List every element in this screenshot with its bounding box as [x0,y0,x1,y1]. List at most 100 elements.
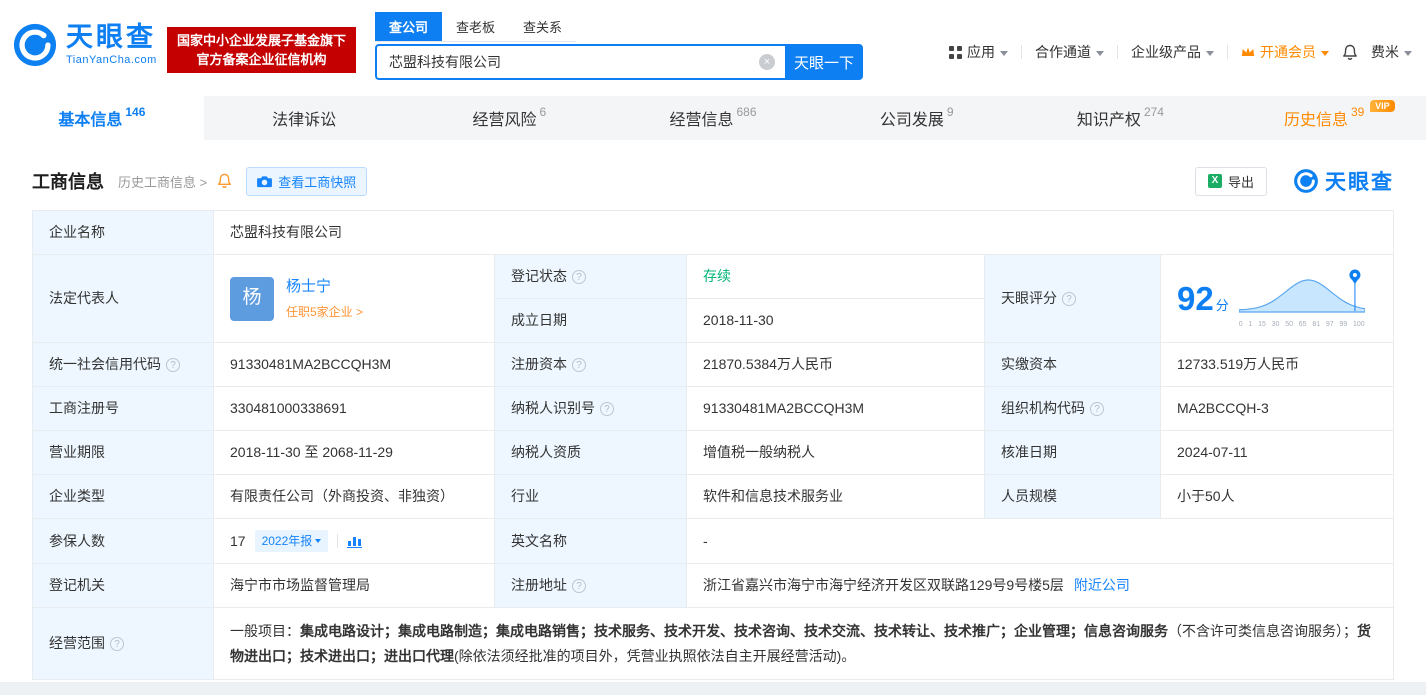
field-label-approval-date: 核准日期 [984,430,1161,475]
notifications-bell[interactable] [1342,44,1358,61]
legal-rep-name-link[interactable]: 杨士宁 [286,276,363,299]
logo-en: TianYanCha.com [66,54,157,66]
business-info-table: 企业名称 芯盟科技有限公司 法定代表人 杨 杨士宁 任职5家企业 > 登记状态?… [32,210,1394,680]
help-icon[interactable] [600,402,614,416]
field-label-taxpayer-quality: 纳税人资质 [494,430,687,475]
insured-trend-chart-button[interactable] [347,534,363,548]
tab-operation-info[interactable]: 经营信息 686 [611,96,815,140]
search-input-wrap [375,44,785,80]
table-row: 法定代表人 杨 杨士宁 任职5家企业 > 登记状态 存续 天眼评分 [32,254,1394,343]
tab-legal-litigation[interactable]: 法律诉讼 [204,96,408,140]
field-value-org-code: MA2BCCQH-3 [1160,386,1394,431]
nav-item-apps[interactable]: 应用 [949,42,1008,62]
tab-history-info[interactable]: 历史信息 39 VIP [1222,96,1426,140]
clear-search-icon[interactable] [759,54,775,70]
insured-number: 17 [230,532,246,549]
tab-count: 146 [125,105,146,119]
legal-rep-positions-link[interactable]: 任职5家企业 > [286,303,363,321]
nav-divider [1227,45,1228,59]
nearby-companies-link[interactable]: 附近公司 [1074,577,1130,593]
user-name: 费米 [1371,44,1399,60]
field-label-business-scope: 经营范围 [32,607,214,680]
export-button[interactable]: 导出 [1194,166,1267,196]
vip-crown-icon [1241,47,1255,56]
search-tab-relation[interactable]: 查关系 [509,12,576,41]
search-input[interactable] [377,54,785,70]
help-icon[interactable] [1062,292,1076,306]
field-label-business-term: 营业期限 [32,430,214,475]
field-value-business-scope: 一般项目：集成电路设计；集成电路制造；集成电路销售；技术服务、技术开发、技术咨询… [213,607,1394,680]
search-tab-boss[interactable]: 查老板 [442,12,509,41]
field-value-english-name: - [686,518,1394,564]
field-value-registration-status: 存续 [686,254,985,299]
tab-label: 历史信息 [1283,112,1348,129]
legal-rep-avatar[interactable]: 杨 [230,276,274,321]
certification-badge-line1: 国家中小企业发展子基金旗下 [177,33,347,48]
tab-label: 基本信息 [58,112,123,129]
field-label-registered-capital: 注册资本 [494,342,687,387]
tab-label: 法律诉讼 [272,112,337,129]
nav-item-open-vip[interactable]: 开通会员 [1241,42,1329,62]
monitor-bell-button[interactable] [217,173,232,189]
site-header: 天眼查 TianYanCha.com 国家中小企业发展子基金旗下 官方备案企业征… [0,0,1426,96]
field-value-industry: 软件和信息技术服务业 [686,474,985,519]
table-row: 企业类型 有限责任公司（外商投资、非独资） 行业 软件和信息技术服务业 人员规模… [32,474,1394,519]
history-business-info-link[interactable]: 历史工商信息 > [118,172,207,191]
search-row: 天眼一下 [375,44,863,80]
vip-badge: VIP [1370,100,1395,112]
nav-item-enterprise-products[interactable]: 企业级产品 [1131,42,1214,62]
tab-company-development[interactable]: 公司发展 9 [815,96,1019,140]
table-row: 登记机关 海宁市市场监督管理局 注册地址 浙江省嘉兴市海宁市海宁经济开发区双联路… [32,563,1394,608]
field-label-tianyan-score: 天眼评分 [984,254,1161,343]
help-icon[interactable] [572,358,586,372]
tab-label: 知识产权 [1076,112,1141,129]
field-value-registered-address: 浙江省嘉兴市海宁市海宁经济开发区双联路129号9号楼5层 附近公司 [686,563,1394,608]
field-value-staff-size: 小于50人 [1160,474,1394,519]
field-label-staff-size: 人员规模 [984,474,1161,519]
field-value-registration-number: 330481000338691 [213,386,495,431]
field-label-registration-status: 登记状态 [494,254,687,299]
field-value-establish-date: 2018-11-30 [686,298,985,343]
user-menu[interactable]: 费米 [1371,42,1412,62]
field-label-company-name: 企业名称 [32,210,214,255]
tianyancha-logo[interactable]: 天眼查 TianYanCha.com [12,22,157,68]
help-icon[interactable] [110,637,124,651]
field-value-insured-count: 17 2022年报 [213,518,495,564]
bell-icon [1343,44,1357,60]
nav-divider [1021,45,1022,59]
field-value-registration-authority: 海宁市市场监督管理局 [213,563,495,608]
field-value-taxpayer-quality: 增值税一般纳税人 [686,430,985,475]
score-curve [1238,269,1366,313]
table-row: 经营范围 一般项目：集成电路设计；集成电路制造；集成电路销售；技术服务、技术开发… [32,607,1394,680]
search-button[interactable]: 天眼一下 [785,44,863,80]
nav-open-vip-label: 开通会员 [1260,44,1316,60]
tab-basic-info[interactable]: 基本信息 146 [0,96,204,140]
field-label-paid-capital: 实缴资本 [984,342,1161,387]
tab-count: 274 [1143,105,1164,119]
table-row: 企业名称 芯盟科技有限公司 [32,210,1394,255]
tab-operation-risk[interactable]: 经营风险 6 [407,96,611,140]
tab-label: 经营风险 [472,112,537,129]
help-icon[interactable] [572,579,586,593]
field-label-registration-number: 工商注册号 [32,386,214,431]
annual-report-badge[interactable]: 2022年报 [254,530,329,552]
nav-item-cooperation[interactable]: 合作通道 [1035,42,1104,62]
search-tab-company[interactable]: 查公司 [375,12,443,41]
excel-icon [1207,174,1222,188]
help-icon[interactable] [572,270,586,284]
tab-count: 6 [539,105,547,119]
main-content: 工商信息 历史工商信息 > 查看工商快照 导出 [0,140,1426,680]
nav-divider [1117,45,1118,59]
help-icon[interactable] [1090,402,1104,416]
logo-cn: 天眼查 [66,22,156,52]
business-info-toolbar: 工商信息 历史工商信息 > 查看工商快照 导出 [32,140,1394,210]
field-label-legal-representative: 法定代表人 [32,254,214,343]
field-value-credit-code: 91330481MA2BCCQH3M [213,342,495,387]
nav-cooperation-label: 合作通道 [1035,44,1091,60]
view-business-snapshot-button[interactable]: 查看工商快照 [246,166,368,196]
tianyancha-watermark-icon [1294,169,1318,193]
tab-label: 公司发展 [879,112,944,129]
nav-enterprise-products-label: 企业级产品 [1131,44,1201,60]
help-icon[interactable] [166,358,180,372]
tab-intellectual-property[interactable]: 知识产权 274 [1019,96,1223,140]
